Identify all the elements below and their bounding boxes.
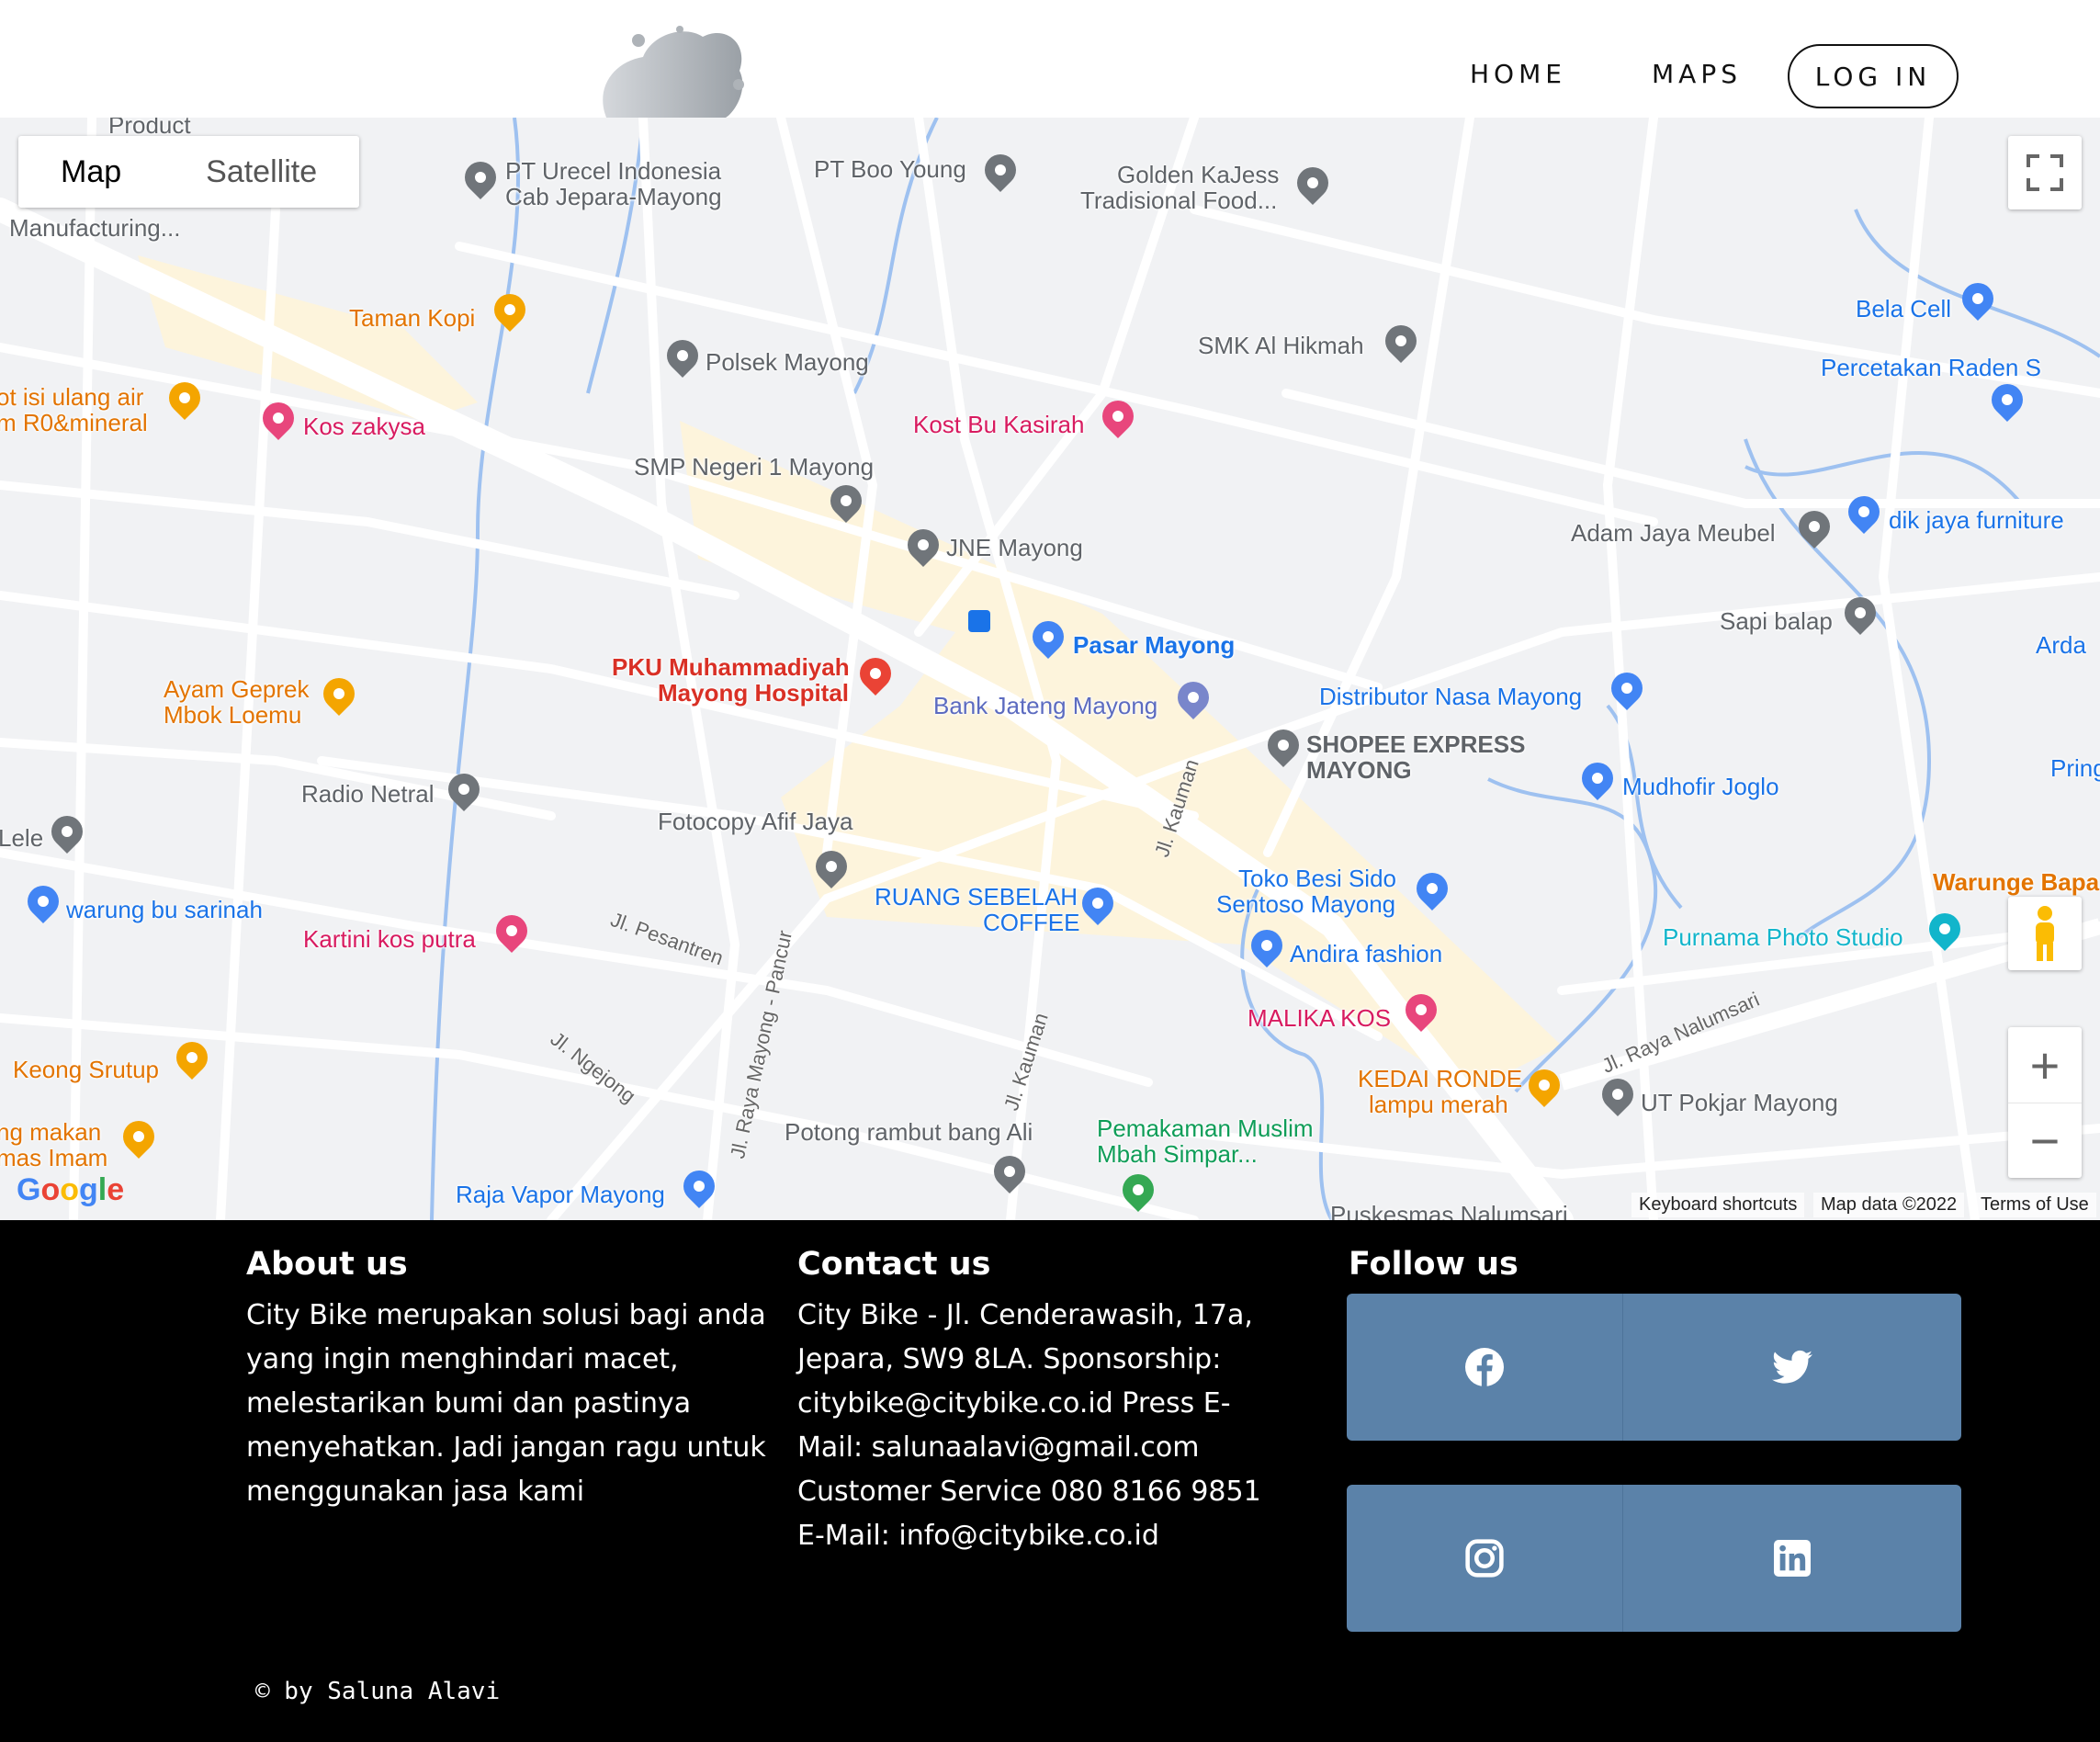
- poi-label[interactable]: Mayong Hospital: [658, 680, 849, 707]
- poi-label[interactable]: Bela Cell: [1856, 296, 1951, 322]
- poi-label[interactable]: Manufacturing...: [9, 215, 180, 242]
- poi-label[interactable]: m R0&mineral: [0, 410, 148, 436]
- terms-of-use-link[interactable]: Terms of Use: [1973, 1193, 2096, 1217]
- logo[interactable]: [597, 20, 753, 118]
- poi-label[interactable]: dik jaya furniture: [1889, 507, 2064, 534]
- keyboard-shortcuts-link[interactable]: Keyboard shortcuts: [1631, 1193, 1805, 1217]
- poi-label[interactable]: Polsek Mayong: [706, 349, 869, 376]
- poi-label[interactable]: Pasar Mayong: [1073, 632, 1235, 659]
- poi-label[interactable]: Warunge Bapa: [1933, 869, 2099, 896]
- poi-label[interactable]: Kos zakysa: [303, 413, 425, 440]
- google-logo[interactable]: Google: [17, 1172, 124, 1208]
- zoom-out-button[interactable]: −: [2008, 1103, 2082, 1178]
- nav-maps[interactable]: MAPS: [1652, 59, 1742, 89]
- poi-label[interactable]: Adam Jaya Meubel: [1571, 520, 1776, 547]
- poi-label[interactable]: MAYONG: [1306, 757, 1412, 784]
- map-roads: [0, 118, 2100, 1220]
- poi-label[interactable]: Sapi balap: [1720, 608, 1833, 635]
- poi-label[interactable]: Potong rambut bang Ali: [785, 1119, 1033, 1146]
- street-view-pegman[interactable]: [2008, 897, 2082, 970]
- poi-label[interactable]: Percetakan Raden S: [1821, 355, 2041, 381]
- poi-label[interactable]: warung bu sarinah: [66, 897, 263, 923]
- poi-label[interactable]: ng makan: [0, 1119, 101, 1146]
- poi-label[interactable]: KEDAI RONDE: [1358, 1066, 1522, 1092]
- poi-label[interactable]: Tradisional Food...: [1080, 187, 1277, 214]
- about-title: About us: [246, 1246, 408, 1283]
- poi-label[interactable]: Puskesmas Nalumsari: [1330, 1202, 1568, 1221]
- poi-label[interactable]: Toko Besi Sido: [1238, 865, 1396, 892]
- twitter-button[interactable]: [1622, 1294, 1961, 1441]
- site-header: HOME MAPS LOG IN: [0, 0, 2100, 118]
- linkedin-icon: [1774, 1540, 1811, 1577]
- poi-label[interactable]: PT Urecel Indonesia: [505, 158, 721, 185]
- site-footer: About us City Bike merupakan solusi bagi…: [0, 1220, 2100, 1742]
- poi-label[interactable]: JNE Mayong: [946, 535, 1083, 561]
- twitter-icon: [1772, 1350, 1812, 1384]
- poi-label[interactable]: Pemakaman Muslim: [1097, 1115, 1314, 1142]
- poi-label[interactable]: Radio Netral: [301, 781, 435, 808]
- poi-label[interactable]: PKU Muhammadiyah: [612, 654, 850, 681]
- follow-title: Follow us: [1349, 1246, 1519, 1283]
- poi-label[interactable]: Ayam Geprek: [164, 676, 309, 703]
- map-type-map-button[interactable]: Map: [18, 136, 164, 208]
- facebook-icon: [1465, 1348, 1504, 1386]
- poi-label[interactable]: SMK Al Hikmah: [1198, 333, 1364, 359]
- poi-label[interactable]: PT Boo Young: [814, 156, 966, 183]
- poi-label[interactable]: Bank Jateng Mayong: [933, 693, 1157, 719]
- map-embed[interactable]: Product PT Urecel Indonesia Cab Jepara-M…: [0, 118, 2100, 1220]
- map-data-label: Map data ©2022: [1813, 1193, 1965, 1217]
- instagram-icon: [1465, 1539, 1504, 1578]
- contact-title: Contact us: [797, 1246, 991, 1283]
- fullscreen-button[interactable]: [2008, 136, 2082, 209]
- poi-label[interactable]: Purnama Photo Studio: [1663, 924, 1903, 951]
- map-type-control: Map Satellite: [18, 136, 360, 208]
- linkedin-button[interactable]: [1622, 1485, 1961, 1632]
- map-type-satellite-button[interactable]: Satellite: [164, 136, 359, 208]
- poi-label[interactable]: Kartini kos putra: [303, 926, 476, 953]
- contact-text: City Bike - Jl. Cenderawasih, 17a, Jepar…: [797, 1299, 1261, 1552]
- poi-label[interactable]: Mbok Loemu: [164, 702, 301, 729]
- poi-label[interactable]: Keong Srutup: [13, 1057, 159, 1083]
- poi-label[interactable]: Distributor Nasa Mayong: [1319, 684, 1582, 710]
- fullscreen-icon: [2027, 154, 2063, 191]
- bus-stop-icon[interactable]: [968, 610, 990, 632]
- poi-label[interactable]: Taman Kopi: [349, 305, 475, 332]
- poi-label[interactable]: Fotocopy Afif Jaya: [658, 809, 852, 835]
- poi-label[interactable]: Arda: [2036, 632, 2086, 659]
- poi-label[interactable]: Golden KaJess: [1117, 162, 1279, 188]
- poi-label[interactable]: COFFEE: [983, 910, 1079, 936]
- zoom-in-button[interactable]: +: [2008, 1028, 2082, 1103]
- about-text: City Bike merupakan solusi bagi anda yan…: [246, 1299, 766, 1508]
- facebook-button[interactable]: [1347, 1294, 1622, 1441]
- poi-label[interactable]: Lele: [0, 825, 43, 852]
- poi-label[interactable]: Pring: [2050, 755, 2100, 782]
- login-button[interactable]: LOG IN: [1788, 44, 1959, 108]
- poi-label[interactable]: Andira fashion: [1290, 941, 1442, 967]
- pegman-icon: [2036, 906, 2054, 961]
- poi-label[interactable]: MALIKA KOS: [1248, 1005, 1391, 1032]
- copyright: © by Saluna Alavi: [255, 1678, 501, 1705]
- poi-label[interactable]: UT Pokjar Mayong: [1641, 1090, 1838, 1116]
- poi-label[interactable]: Sentoso Mayong: [1216, 891, 1395, 918]
- poi-label[interactable]: Cab Jepara-Mayong: [505, 184, 722, 210]
- zoom-control: + −: [2008, 1027, 2082, 1178]
- poi-label[interactable]: Mudhofir Joglo: [1622, 774, 1779, 800]
- instagram-button[interactable]: [1347, 1485, 1622, 1632]
- poi-label[interactable]: RUANG SEBELAH: [875, 884, 1078, 911]
- poi-label[interactable]: ot isi ulang air: [0, 384, 143, 411]
- poi-label[interactable]: Raja Vapor Mayong: [456, 1182, 665, 1208]
- poi-label[interactable]: lampu merah: [1369, 1092, 1508, 1118]
- poi-label[interactable]: SMP Negeri 1 Mayong: [634, 454, 874, 481]
- poi-label[interactable]: Mbah Simpar...: [1097, 1141, 1258, 1168]
- poi-label[interactable]: mas Imam: [0, 1145, 107, 1171]
- nav-home[interactable]: HOME: [1470, 59, 1566, 89]
- poi-label[interactable]: Kost Bu Kasirah: [913, 412, 1084, 438]
- poi-label[interactable]: SHOPEE EXPRESS: [1306, 731, 1525, 758]
